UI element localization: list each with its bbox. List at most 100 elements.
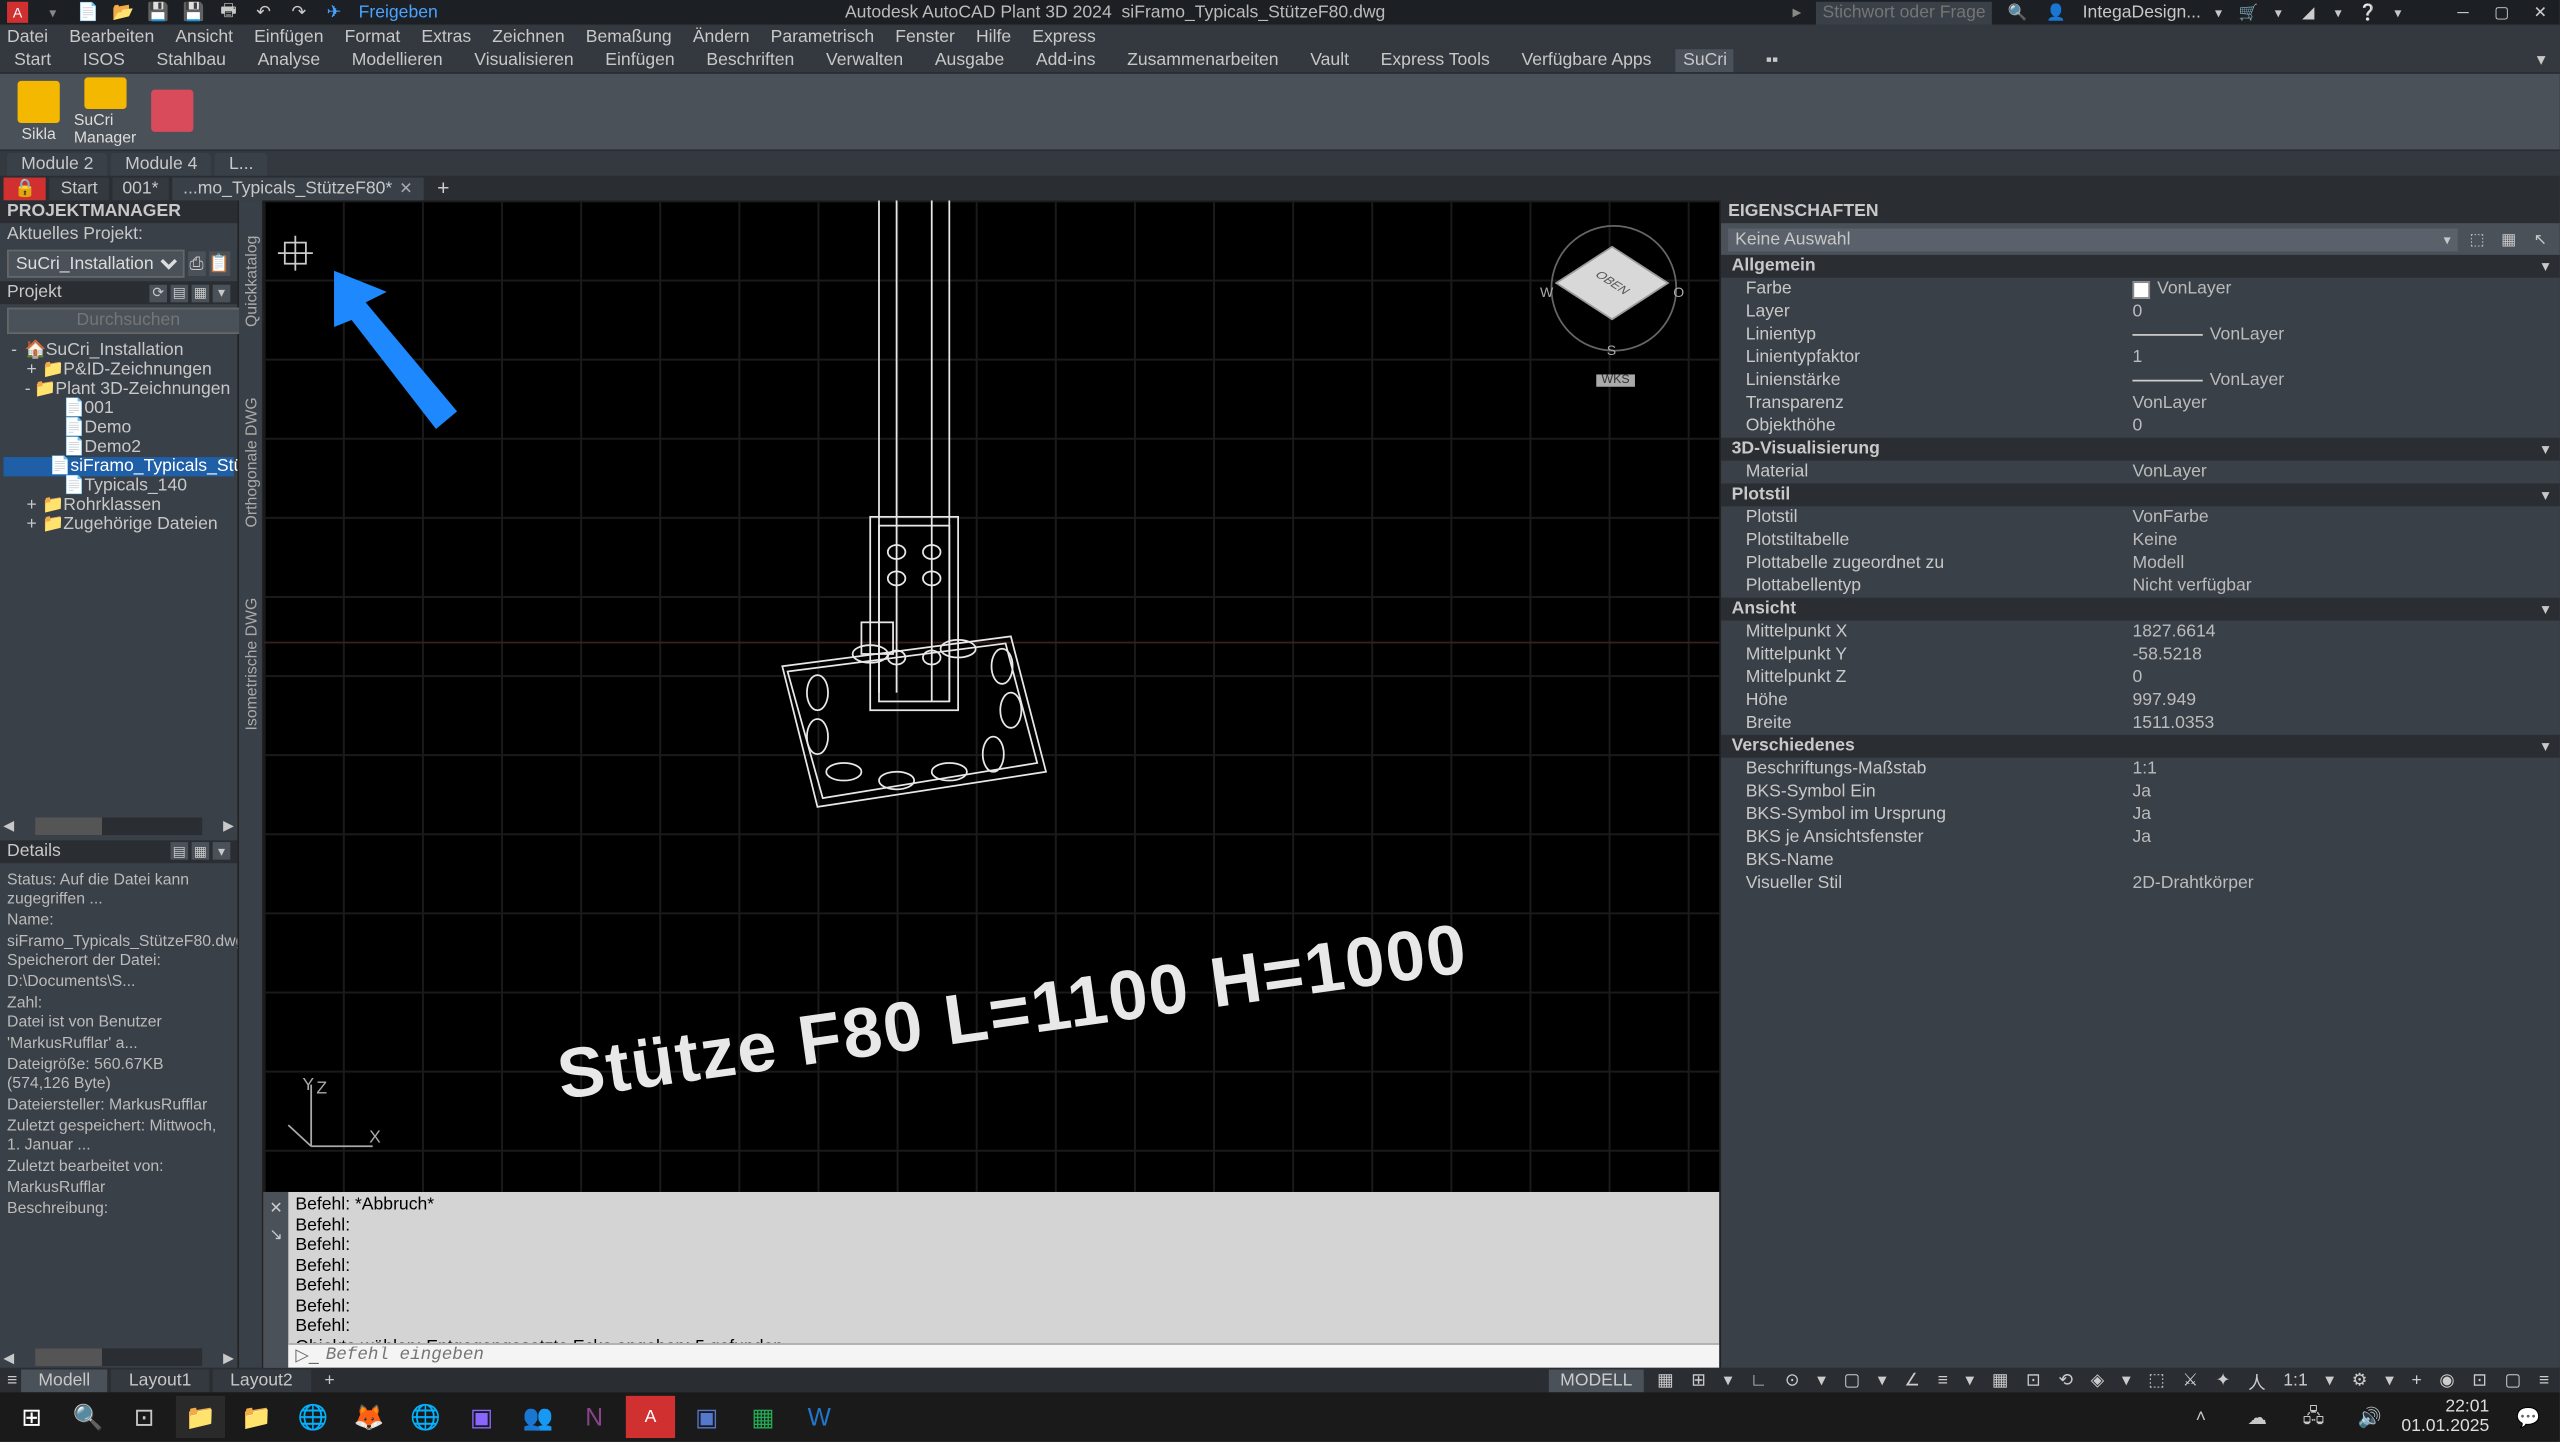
prop-row[interactable]: Breite1511.0353: [1721, 712, 2560, 735]
module-tab[interactable]: Module 2: [7, 153, 107, 176]
ribbon-tab-analyse[interactable]: Analyse: [251, 49, 328, 72]
prop-category[interactable]: 3D-Visualisierung▾: [1721, 438, 2560, 461]
prop-row[interactable]: PlotstiltabelleKeine: [1721, 529, 2560, 552]
tray-up-icon[interactable]: ˄: [2176, 1396, 2225, 1438]
user-icon[interactable]: 👤: [2044, 2, 2069, 23]
ribbon-item-2[interactable]: [141, 77, 204, 146]
doc-tab[interactable]: 001*: [112, 177, 169, 200]
prop-row[interactable]: Mittelpunkt Y-58.5218: [1721, 643, 2560, 666]
ribbon-tab-modellieren[interactable]: Modellieren: [345, 49, 450, 72]
ribbon-item-0[interactable]: Sikla: [7, 77, 70, 146]
explorer-icon[interactable]: 📁: [176, 1396, 225, 1438]
prop-row[interactable]: BKS-Name: [1721, 849, 2560, 872]
side-tab[interactable]: Orthogonale DWG: [242, 397, 260, 527]
prop-row[interactable]: FarbeVonLayer: [1721, 278, 2560, 301]
details-tool2-icon[interactable]: ▦: [192, 842, 210, 860]
gizmo-icon[interactable]: ✦: [2212, 1370, 2234, 1389]
prop-row[interactable]: Höhe997.949: [1721, 689, 2560, 712]
cycle-icon[interactable]: ⟲: [2055, 1370, 2077, 1389]
prop-row[interactable]: Beschriftungs-Maßstab1:1: [1721, 758, 2560, 781]
undo-icon[interactable]: ↶: [253, 2, 274, 23]
filter-icon[interactable]: ⚔: [2179, 1370, 2202, 1389]
3dosnap-icon[interactable]: ◈: [2087, 1370, 2108, 1389]
onenote-icon[interactable]: N: [570, 1396, 619, 1438]
dyn-ucs-icon[interactable]: ⬚: [2145, 1370, 2169, 1389]
prop-row[interactable]: BKS je AnsichtsfensterJa: [1721, 826, 2560, 849]
prop-row[interactable]: PlottabellentypNicht verfügbar: [1721, 575, 2560, 598]
tree-tool-icon[interactable]: ▤: [171, 284, 189, 302]
menu-fenster[interactable]: Fenster: [895, 27, 955, 46]
menu-zeichnen[interactable]: Zeichnen: [492, 27, 564, 46]
side-tab[interactable]: Isometrische DWG: [242, 598, 260, 731]
tree-node[interactable]: 📄001: [4, 399, 234, 418]
prop-row[interactable]: PlotstilVonFarbe: [1721, 506, 2560, 529]
prop-row[interactable]: TransparenzVonLayer: [1721, 392, 2560, 415]
viewport[interactable]: Stütze F80 L=1100 H=1000 OBEN W O S WKS …: [264, 200, 1720, 1192]
details-tool1-icon[interactable]: ▤: [171, 842, 189, 860]
tree-node[interactable]: -🏠SuCri_Installation: [4, 341, 234, 360]
ribbon-tab-vault[interactable]: Vault: [1303, 49, 1356, 72]
prop-row[interactable]: Plottabelle zugeordnet zuModell: [1721, 552, 2560, 575]
gear-icon[interactable]: ⚙: [2348, 1370, 2371, 1389]
prop-row[interactable]: MaterialVonLayer: [1721, 461, 2560, 484]
tray-net-icon[interactable]: 🖧: [2289, 1396, 2338, 1438]
ribbon-tab-zusammenarbeiten[interactable]: Zusammenarbeiten: [1120, 49, 1286, 72]
notification-icon[interactable]: 💬: [2503, 1396, 2552, 1438]
chrome-icon[interactable]: 🌐: [288, 1396, 337, 1438]
menu-einfügen[interactable]: Einfügen: [254, 27, 323, 46]
project-search-input[interactable]: [7, 308, 250, 334]
module-tab[interactable]: Module 4: [111, 153, 211, 176]
add-icon[interactable]: +: [2408, 1370, 2425, 1389]
ribbon-tab-ausgabe[interactable]: Ausgabe: [928, 49, 1011, 72]
prop-row[interactable]: BKS-Symbol EinJa: [1721, 781, 2560, 804]
ribbon-tab-add-ins[interactable]: Add-ins: [1029, 49, 1103, 72]
share-icon[interactable]: ✈: [323, 2, 344, 23]
prop-row[interactable]: Objekthöhe0: [1721, 415, 2560, 438]
prop-category[interactable]: Plotstil▾: [1721, 483, 2560, 506]
ribbon-item-1[interactable]: SuCri Manager: [74, 77, 137, 146]
qat-menu[interactable]: ▾: [42, 2, 63, 23]
prop-row[interactable]: Layer0: [1721, 301, 2560, 324]
menu-ändern[interactable]: Ändern: [693, 27, 750, 46]
app1-icon[interactable]: ▣: [457, 1396, 506, 1438]
menu-express[interactable]: Express: [1032, 27, 1096, 46]
restore-button[interactable]: ▢: [2489, 2, 2514, 23]
menu-extras[interactable]: Extras: [421, 27, 471, 46]
prop-category[interactable]: Ansicht▾: [1721, 598, 2560, 621]
ribbon-tab-isos[interactable]: ISOS: [76, 49, 132, 72]
prop-row[interactable]: LinienstärkeVonLayer: [1721, 369, 2560, 392]
cart-icon[interactable]: 🛒: [2236, 2, 2261, 23]
isolate-icon[interactable]: ◉: [2436, 1370, 2458, 1389]
tree-node[interactable]: 📄Demo: [4, 418, 234, 437]
tree-node[interactable]: +📁Rohrklassen: [4, 496, 234, 515]
selection-combo[interactable]: Keine Auswahl▾: [1728, 228, 2458, 251]
doc-home-button[interactable]: 🔒: [4, 177, 47, 200]
ribbon-tab-visualisieren[interactable]: Visualisieren: [467, 49, 580, 72]
snap-icon[interactable]: ⊞: [1688, 1370, 1710, 1389]
prop-row[interactable]: Linientypfaktor1: [1721, 346, 2560, 369]
ribbon-collapse-icon[interactable]: ▾: [2530, 49, 2553, 72]
model-space-label[interactable]: MODELL: [1550, 1369, 1643, 1392]
redo-icon[interactable]: ↷: [288, 2, 309, 23]
menu-bemaßung[interactable]: Bemaßung: [586, 27, 672, 46]
cmd-handle-icon[interactable]: ↘: [269, 1225, 282, 1244]
new-tab-button[interactable]: +: [427, 176, 460, 201]
add-layout-button[interactable]: +: [314, 1370, 345, 1389]
layout-tab[interactable]: Layout2: [213, 1369, 311, 1392]
prop-category[interactable]: Verschiedenes▾: [1721, 735, 2560, 758]
menu-datei[interactable]: Datei: [7, 27, 48, 46]
ribbon-tab-start[interactable]: Start: [7, 49, 58, 72]
tree-node[interactable]: 📄Typicals_140: [4, 476, 234, 495]
quickselect-icon[interactable]: ⬚: [2465, 227, 2490, 252]
save-icon[interactable]: 💾: [148, 2, 169, 23]
doc-tab[interactable]: Start: [50, 177, 108, 200]
clean-icon[interactable]: ▢: [2501, 1370, 2525, 1389]
help-icon[interactable]: ❔: [2356, 2, 2381, 23]
grid-icon[interactable]: ▦: [1654, 1370, 1678, 1389]
layout-tab[interactable]: Layout1: [111, 1369, 209, 1392]
layout-tab[interactable]: Modell: [21, 1369, 108, 1392]
ribbon-tab-einfügen[interactable]: Einfügen: [598, 49, 681, 72]
word-icon[interactable]: W: [795, 1396, 844, 1438]
plot-icon[interactable]: 🖶: [218, 2, 239, 23]
side-tab[interactable]: Quickkatalog: [242, 236, 260, 327]
